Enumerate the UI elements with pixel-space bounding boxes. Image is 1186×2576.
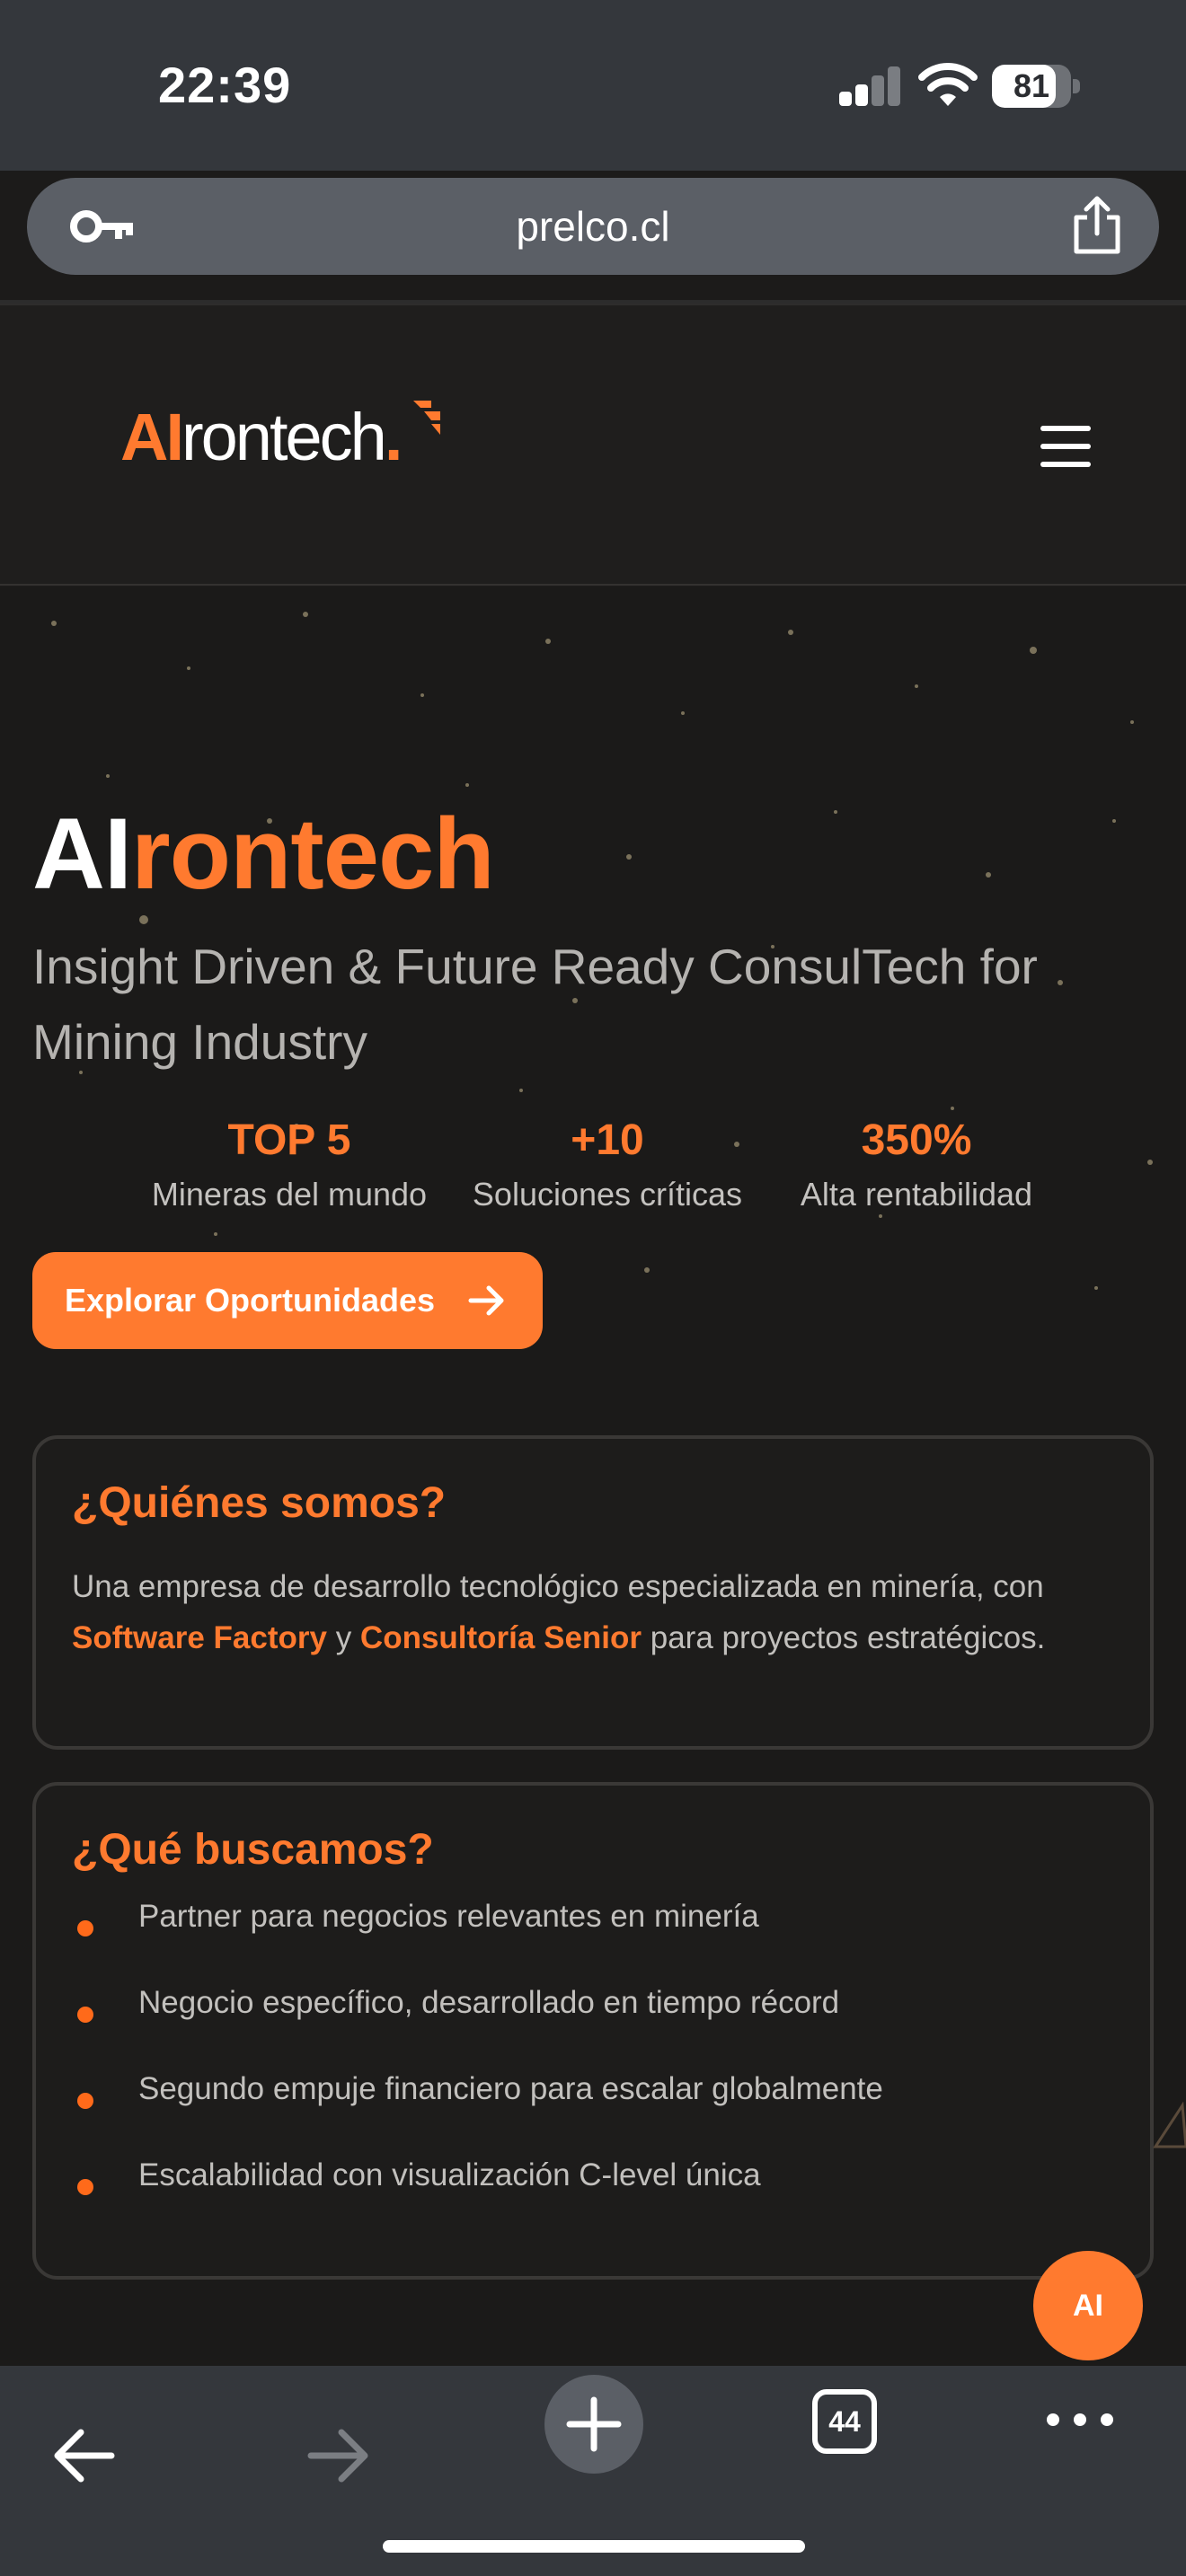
new-tab-button[interactable]: [544, 2375, 643, 2474]
highlight-software-factory: Software Factory: [72, 1620, 327, 1655]
explore-opportunities-button[interactable]: Explorar Oportunidades: [32, 1252, 543, 1349]
about-title: ¿Quiénes somos?: [72, 1479, 447, 1527]
tabs-count-button[interactable]: 44: [812, 2389, 877, 2454]
logo-ai: AI: [120, 400, 184, 474]
about-text-part: y: [326, 1620, 360, 1655]
about-text: Una empresa de desarrollo tecnológico es…: [72, 1561, 1114, 1663]
about-text-part: para proyectos estratégicos.: [642, 1620, 1046, 1655]
stat-value: 350%: [861, 1116, 972, 1164]
stat-label: Soluciones críticas: [472, 1176, 743, 1213]
stat-label: Mineras del mundo: [151, 1176, 428, 1213]
hero-title: AIrontech: [32, 796, 495, 912]
stat-item: TOP 5 Mineras del mundo: [146, 1116, 433, 1213]
stat-value: +10: [571, 1116, 644, 1164]
ai-chat-button[interactable]: AI: [1033, 2251, 1143, 2360]
list-item: Negocio específico, desarrollado en tiem…: [72, 1985, 1114, 2039]
highlight-consultoria-senior: Consultoría Senior: [359, 1620, 642, 1655]
hero-title-ai: AI: [32, 798, 132, 910]
about-text-part: Una empresa de desarrollo tecnológico es…: [72, 1569, 1044, 1604]
list-item: Segundo empuje financiero para escalar g…: [72, 2071, 1114, 2125]
list-item-text: Escalabilidad con visualización C-level …: [138, 2157, 761, 2192]
menu-icon[interactable]: [1040, 426, 1091, 467]
bullet-dot-icon: [77, 1920, 93, 1936]
forward-icon[interactable]: [302, 2420, 374, 2492]
stats-row: TOP 5 Mineras del mundo +10 Soluciones c…: [135, 1116, 1069, 1232]
back-icon[interactable]: [49, 2420, 120, 2492]
hero-subtitle: Insight Driven & Future Ready ConsulTech…: [32, 939, 1038, 1070]
status-time: 22:39: [158, 57, 292, 113]
list-item: Escalabilidad con visualización C-level …: [72, 2157, 1114, 2211]
hero-title-name: rontech: [131, 798, 495, 910]
arrow-right-icon: [468, 1285, 504, 1316]
about-card: ¿Quiénes somos? Una empresa de desarroll…: [32, 1435, 1154, 1750]
hero-section: AIrontech Insight Driven & Future Ready …: [0, 587, 1186, 2366]
stat-value: TOP 5: [227, 1116, 351, 1164]
more-icon[interactable]: [1044, 2402, 1116, 2438]
cta-label: Explorar Oportunidades: [65, 1282, 436, 1319]
logo-dot: .: [384, 400, 403, 474]
stat-label: Alta rentabilidad: [800, 1176, 1033, 1213]
stat-item: +10 Soluciones críticas: [464, 1116, 751, 1213]
url-text[interactable]: prelco.cl: [27, 178, 1159, 275]
bullet-dot-icon: [77, 2093, 93, 2109]
address-bar[interactable]: prelco.cl: [27, 178, 1159, 275]
bullet-dot-icon: [77, 2179, 93, 2195]
bullet-dot-icon: [77, 2007, 93, 2023]
battery-percent: 81: [1013, 67, 1050, 104]
decorative-triangle-icon: [1153, 2102, 1186, 2148]
list-item-text: Partner para negocios relevantes en mine…: [138, 1899, 759, 1934]
share-icon[interactable]: [1069, 196, 1125, 255]
logo-mark-icon: [413, 401, 440, 435]
plus-icon: [566, 2396, 622, 2452]
logo-name: rontech: [181, 400, 387, 474]
home-indicator: [383, 2540, 805, 2553]
site-logo[interactable]: AIrontech.: [120, 399, 403, 475]
status-bar: 22:39 81: [0, 0, 1186, 171]
site-header: AIrontech.: [0, 304, 1186, 586]
seeking-card: ¿Qué buscamos? Partner para negocios rel…: [32, 1782, 1154, 2280]
list-item-text: Negocio específico, desarrollado en tiem…: [138, 1985, 840, 2020]
seeking-title: ¿Qué buscamos?: [72, 1826, 434, 1874]
stat-item: 350% Alta rentabilidad: [782, 1116, 1051, 1213]
list-item: Partner para negocios relevantes en mine…: [72, 1899, 1114, 1953]
list-item-text: Segundo empuje financiero para escalar g…: [138, 2071, 883, 2106]
battery-icon: 81: [992, 65, 1080, 108]
cellular-signal-icon: [839, 66, 902, 106]
wifi-icon: [918, 63, 978, 106]
